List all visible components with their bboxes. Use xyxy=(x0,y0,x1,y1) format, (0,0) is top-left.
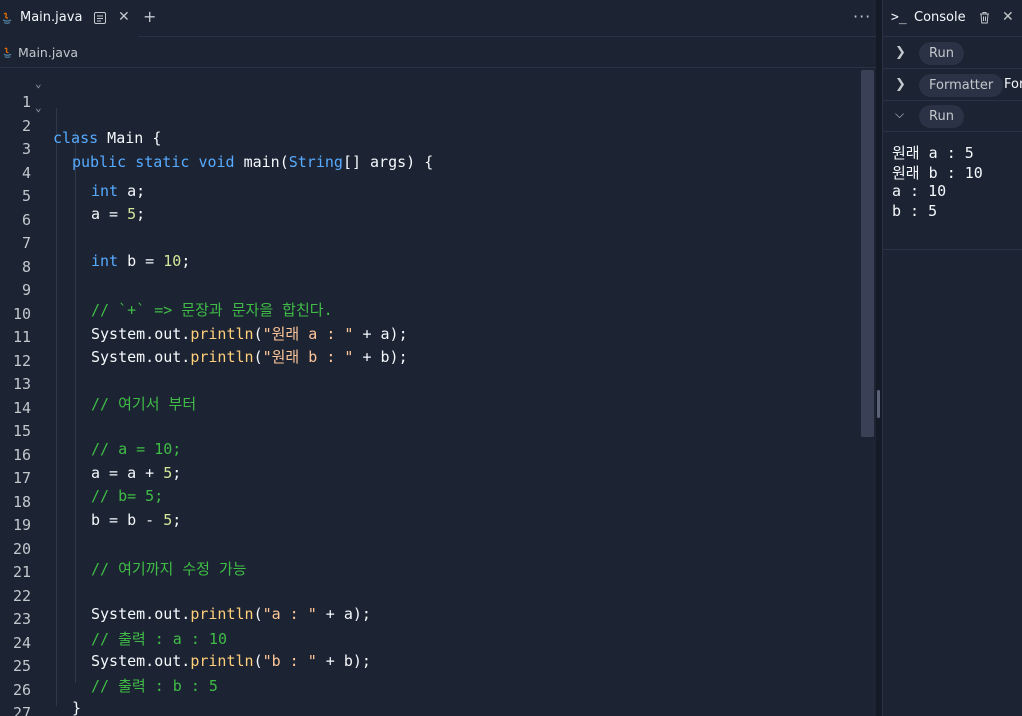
code-line[interactable]: 24 System.out.println("b : " + b); xyxy=(0,616,860,670)
code-line[interactable]: 2 ⌄ public static void main(String[] arg… xyxy=(0,99,860,171)
console-formatter-row[interactable]: ❯ Formatter For xyxy=(883,69,1022,101)
code-line[interactable]: 23 // 출력 : a : 10 xyxy=(0,592,860,648)
run-pill[interactable]: Run xyxy=(919,42,964,65)
close-icon[interactable]: ✕ xyxy=(118,9,130,25)
code-line[interactable]: 1 ⌄ class Main { xyxy=(0,75,860,147)
run-pill[interactable]: Run xyxy=(919,105,964,128)
java-icon xyxy=(3,47,12,58)
code-line[interactable]: 4 int a; xyxy=(0,146,860,200)
breadcrumb: Main.java xyxy=(0,38,876,68)
chevron-right-icon[interactable]: ❯ xyxy=(895,77,906,92)
console-pane: >_ Console ✕ ❯ Run ❯ Formatter For ⌵ Run… xyxy=(882,0,1022,716)
code-line[interactable]: 26 } xyxy=(0,663,860,716)
code-line[interactable]: 15 // a = 10; xyxy=(0,404,860,458)
terminal-icon: >_ xyxy=(891,10,907,25)
plus-icon[interactable]: + xyxy=(143,7,156,26)
code-line[interactable]: 3 xyxy=(0,122,860,158)
chevron-right-icon[interactable]: ❯ xyxy=(895,45,906,60)
code-line[interactable]: 25 // 출력 : b : 5 xyxy=(0,639,860,695)
chevron-down-icon[interactable]: ⌄ xyxy=(35,101,42,114)
code-line[interactable]: 19 xyxy=(0,498,860,534)
console-run-row[interactable]: ❯ Run xyxy=(883,37,1022,69)
formatter-pill[interactable]: Formatter xyxy=(919,74,1004,97)
tab-bar: Main.java ✕ + ··· xyxy=(0,0,876,37)
console-header: >_ Console ✕ xyxy=(883,0,1022,37)
output-line: 원래 b : 10 xyxy=(892,164,983,182)
line-number: 27 xyxy=(12,704,31,716)
code-line[interactable]: 12 xyxy=(0,334,860,370)
breadcrumb-file[interactable]: Main.java xyxy=(18,45,78,60)
editor-pane: Main.java ✕ + ··· Main.java 1 ⌄ class Ma… xyxy=(0,0,876,716)
console-output: 원래 a : 5 원래 b : 10 a : 10 b : 5 xyxy=(883,132,1022,250)
close-icon[interactable]: ✕ xyxy=(1002,9,1014,25)
code-line[interactable]: 20 // 여기까지 수정 가능 xyxy=(0,522,860,578)
code-line[interactable]: 13 // 여기서 부터 xyxy=(0,357,860,413)
code-line[interactable]: 17 // b= 5; xyxy=(0,451,860,505)
code-line[interactable]: 9 // `+` => 문장과 문자을 합친다. xyxy=(0,263,860,319)
tab-label: Main.java xyxy=(20,10,83,25)
tab-main-java[interactable]: Main.java ✕ xyxy=(0,0,138,37)
code-line[interactable]: 5 a = 5; xyxy=(0,169,860,223)
code-area[interactable]: 1 ⌄ class Main { 2 ⌄ public static void … xyxy=(0,73,860,716)
code-line[interactable]: 14 xyxy=(0,381,860,417)
output-line: a : 10 xyxy=(892,182,947,200)
chevron-down-icon[interactable]: ⌄ xyxy=(35,77,42,90)
splitter-grip[interactable] xyxy=(877,390,880,418)
code-line[interactable]: 22 System.out.println("a : " + a); xyxy=(0,569,860,623)
document-icon[interactable] xyxy=(94,12,106,24)
console-title[interactable]: Console xyxy=(914,10,966,25)
chevron-down-icon[interactable]: ⌵ xyxy=(895,107,904,122)
code-line[interactable]: 10 System.out.println("원래 a : " + a); xyxy=(0,287,860,343)
more-icon[interactable]: ··· xyxy=(853,7,871,26)
code-line[interactable]: 11 System.out.println("원래 b : " + b); xyxy=(0,310,860,366)
output-line: b : 5 xyxy=(892,202,938,220)
code-line[interactable]: 7 int b = 10; xyxy=(0,216,860,270)
code-line[interactable]: 8 xyxy=(0,240,860,276)
code-line[interactable]: 6 xyxy=(0,193,860,229)
code-line[interactable]: 16 a = a + 5; xyxy=(0,428,860,482)
formatter-label: For xyxy=(1004,77,1022,92)
code-line[interactable]: 18 b = b - 5; xyxy=(0,475,860,529)
console-run-row-expanded[interactable]: ⌵ Run xyxy=(883,100,1022,132)
code-line[interactable]: 27 } xyxy=(0,686,860,716)
output-line: 원래 a : 5 xyxy=(892,144,974,162)
editor-scrollbar[interactable] xyxy=(861,70,874,437)
java-icon xyxy=(2,12,12,24)
code-line[interactable]: 21 xyxy=(0,545,860,581)
trash-icon[interactable] xyxy=(979,11,990,24)
